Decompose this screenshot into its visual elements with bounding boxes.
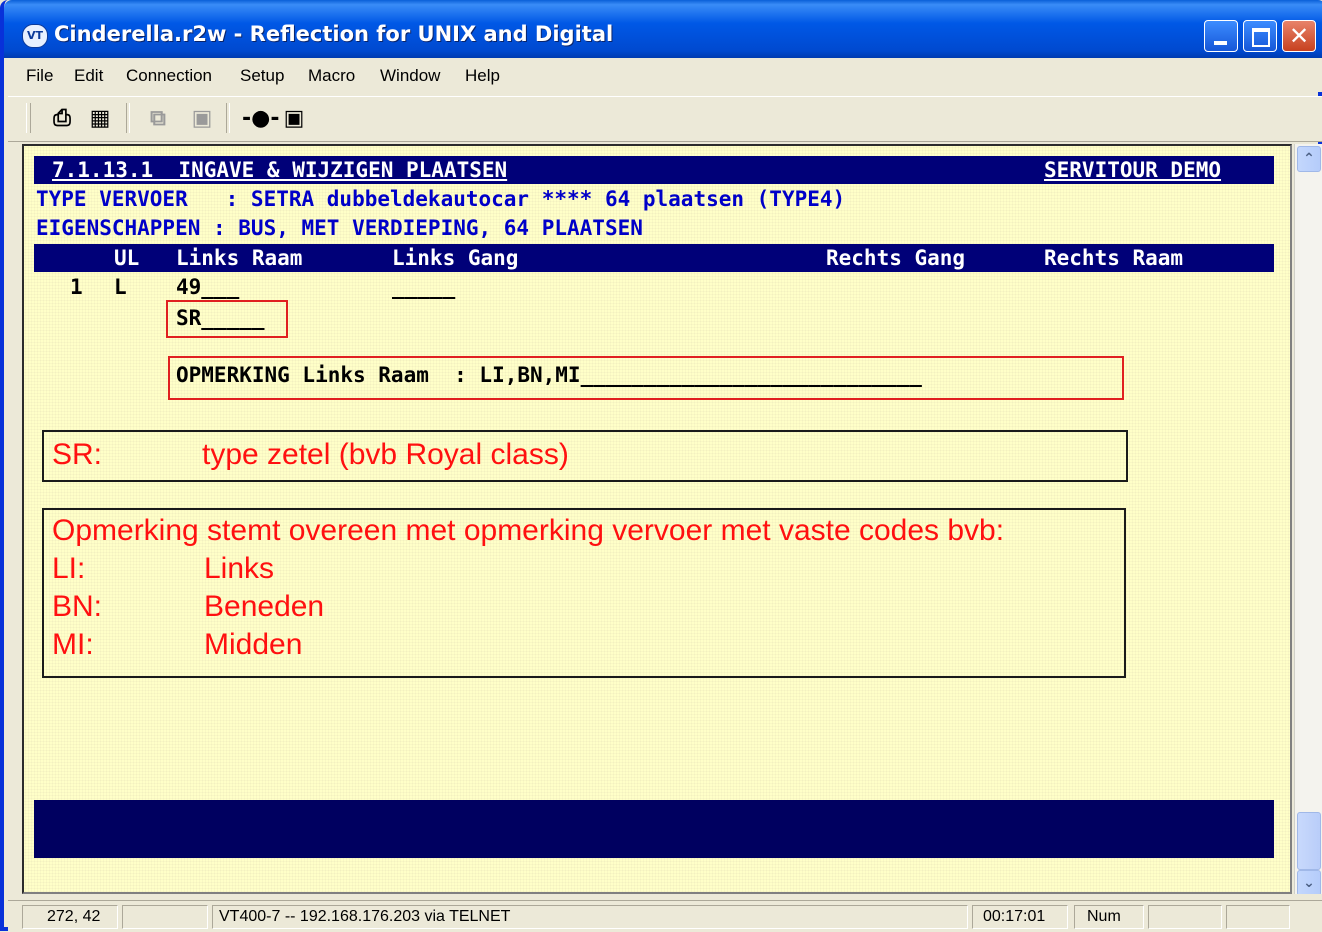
print-icon[interactable]: ⎙ <box>48 105 76 133</box>
seat-type-note-box: SR: type zetel (bvb Royal class) <box>42 430 1128 482</box>
code-bn-meaning: Beneden <box>204 590 325 623</box>
function-key-band <box>34 800 1274 858</box>
code-mi-meaning: Midden <box>204 628 303 661</box>
menu-edit[interactable]: Edit <box>74 66 103 86</box>
scroll-thumb[interactable] <box>1297 812 1321 870</box>
status-panel-blank <box>122 905 208 929</box>
row-number: 1 <box>70 275 83 299</box>
toolbar: ⎙ ▦ ⧉ ▣ -●- ▣ <box>8 96 1322 142</box>
close-button[interactable]: ✕ <box>1282 20 1316 52</box>
window-title: Cinderella.r2w - Reflection for UNIX and… <box>54 22 614 46</box>
code-mi: MI: <box>52 628 94 661</box>
eigenschappen-line: EIGENSCHAPPEN : BUS, MET VERDIEPING, 64 … <box>36 216 643 240</box>
scroll-up-button[interactable]: ⌃ <box>1297 146 1321 172</box>
cursor-position: 272, 42 <box>22 905 118 929</box>
application-window: VT Cinderella.r2w - Reflection for UNIX … <box>0 0 1322 932</box>
menu-connection[interactable]: Connection <box>126 66 212 86</box>
screen-title: 7.1.13.1 INGAVE & WIJZIGEN PLAATSEN <box>52 158 508 182</box>
sr-code-label: SR: <box>52 438 103 471</box>
code-li-meaning: Links <box>204 552 275 585</box>
minimize-icon <box>1214 41 1227 45</box>
chart-icon[interactable]: ▣ <box>280 105 308 133</box>
maximize-button[interactable] <box>1243 20 1277 52</box>
code-li: LI: <box>52 552 86 585</box>
menu-macro[interactable]: Macro <box>308 66 355 86</box>
status-panel-blank-3 <box>1226 905 1290 929</box>
num-lock-indicator: Num <box>1074 905 1144 929</box>
connect-icon[interactable]: -●- <box>242 105 279 133</box>
company-name: SERVITOUR DEMO <box>1044 158 1222 182</box>
menu-bar: File Edit Connection Setup Macro Window … <box>8 58 1322 92</box>
sr-description: type zetel (bvb Royal class) <box>202 438 569 471</box>
copy-icon[interactable]: ⧉ <box>144 105 172 133</box>
col-links-gang: Links Gang <box>392 246 519 270</box>
vertical-scrollbar[interactable]: ⌃ ⌄ <box>1294 144 1322 896</box>
col-rechts-raam: Rechts Raam <box>1044 246 1184 270</box>
minimize-button[interactable] <box>1204 20 1238 52</box>
toolbar-grip[interactable] <box>26 103 31 133</box>
code-bn: BN: <box>52 590 103 623</box>
status-panel-blank-2 <box>1148 905 1222 929</box>
opmerking-field[interactable]: OPMERKING Links Raam : LI,BN,MI_________… <box>176 361 922 389</box>
col-rechts-gang: Rechts Gang <box>826 246 966 270</box>
toolbar-separator <box>126 103 130 133</box>
opmerking-note-box: Opmerking stemt overeen met opmerking ve… <box>42 508 1126 678</box>
connection-status: VT400-7 -- 192.168.176.203 via TELNET <box>212 905 968 929</box>
chevron-down-icon: ⌄ <box>1303 875 1315 891</box>
menu-file[interactable]: File <box>26 66 53 86</box>
col-links-raam: Links Raam <box>176 246 303 270</box>
status-bar: 272, 42 VT400-7 -- 192.168.176.203 via T… <box>8 900 1322 932</box>
menu-window[interactable]: Window <box>380 66 440 86</box>
paste-icon[interactable]: ▣ <box>188 105 216 133</box>
menu-help[interactable]: Help <box>465 66 500 86</box>
ul-field[interactable]: L <box>114 273 127 301</box>
terminal-screen[interactable]: 7.1.13.1 INGAVE & WIJZIGEN PLAATSEN SERV… <box>22 144 1292 894</box>
session-time: 00:17:01 <box>972 905 1068 929</box>
close-icon: ✕ <box>1288 22 1310 50</box>
col-ul: UL <box>114 246 140 270</box>
vt-app-icon[interactable]: VT <box>22 24 48 48</box>
seat-type-field[interactable]: SR_____ <box>176 304 265 332</box>
menu-setup[interactable]: Setup <box>240 66 284 86</box>
maximize-icon <box>1252 28 1270 47</box>
opmerking-note-title: Opmerking stemt overeen met opmerking ve… <box>52 514 1005 547</box>
links-raam-field[interactable]: 49___ <box>176 273 239 301</box>
print-setup-icon[interactable]: ▦ <box>86 105 114 133</box>
title-bar[interactable]: VT Cinderella.r2w - Reflection for UNIX … <box>4 0 1322 58</box>
scroll-down-button[interactable]: ⌄ <box>1297 870 1321 896</box>
toolbar-separator <box>226 103 230 133</box>
links-gang-field[interactable]: _____ <box>392 273 455 301</box>
chevron-up-icon: ⌃ <box>1303 151 1315 167</box>
type-vervoer-line: TYPE VERVOER : SETRA dubbeldekautocar **… <box>36 187 846 211</box>
